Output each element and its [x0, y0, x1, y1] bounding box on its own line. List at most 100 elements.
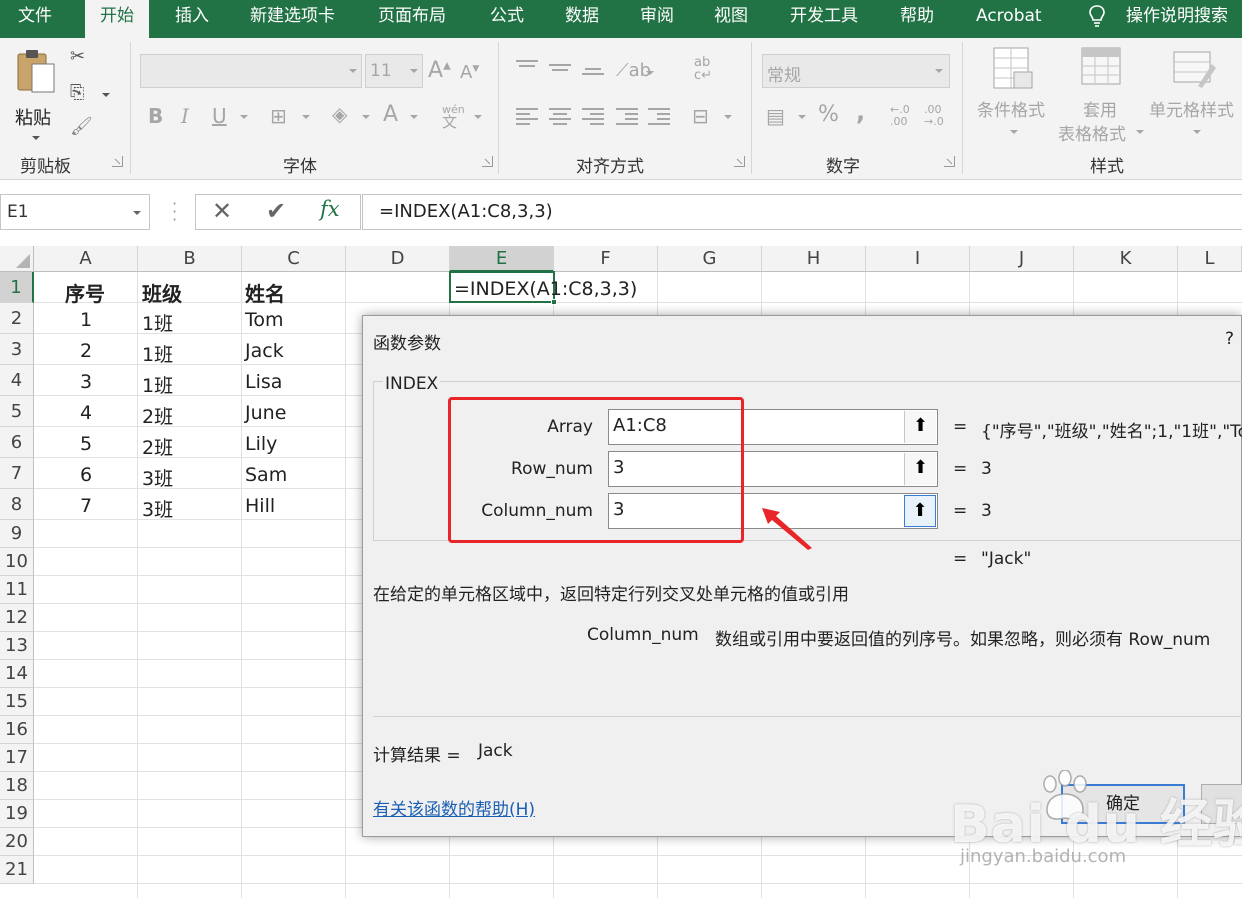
increase-indent-icon[interactable]: [648, 108, 670, 125]
format-as-table-button[interactable]: 套用 表格格式: [1058, 44, 1148, 145]
function-help-link[interactable]: 有关该函数的帮助(H): [373, 795, 535, 820]
row-header-15[interactable]: 15: [0, 688, 34, 716]
border-icon[interactable]: ⊞: [270, 104, 287, 128]
column-header-k[interactable]: K: [1074, 246, 1178, 272]
select-all-corner[interactable]: [0, 246, 34, 272]
cell-a7[interactable]: 6: [80, 464, 92, 486]
cell-b5[interactable]: 2班: [142, 402, 173, 429]
row-header-21[interactable]: 21: [0, 856, 34, 884]
tab-review[interactable]: 审阅: [640, 0, 674, 38]
row-header-10[interactable]: 10: [0, 548, 34, 576]
paste-button[interactable]: 粘贴: [12, 46, 60, 146]
collapse-dialog-icon[interactable]: ⬆: [904, 453, 936, 485]
row-header-7[interactable]: 7: [0, 458, 34, 489]
cell-a6[interactable]: 5: [80, 433, 92, 455]
merge-dropdown-icon[interactable]: [724, 115, 732, 119]
cell-c4[interactable]: Lisa: [245, 371, 282, 393]
row-header-17[interactable]: 17: [0, 744, 34, 772]
collapse-dialog-icon[interactable]: ⬆: [904, 495, 936, 527]
percent-button[interactable]: %: [818, 102, 839, 127]
paste-dropdown-icon[interactable]: [32, 136, 40, 140]
cancel-icon[interactable]: ✕: [212, 197, 232, 225]
font-color-dropdown-icon[interactable]: [410, 115, 418, 119]
column-header-l[interactable]: L: [1178, 246, 1242, 272]
cell-c2[interactable]: Tom: [245, 309, 284, 331]
cell-a5[interactable]: 4: [80, 402, 92, 424]
merge-center-icon[interactable]: ⊟: [692, 104, 709, 128]
column-header-e[interactable]: E: [450, 246, 554, 272]
column-header-a[interactable]: A: [34, 246, 138, 272]
column-header-b[interactable]: B: [138, 246, 242, 272]
scissors-icon[interactable]: ✂: [70, 46, 85, 67]
phonetic-icon[interactable]: wén 文: [442, 104, 465, 130]
alignment-launcher-icon[interactable]: [734, 156, 745, 167]
row-header-14[interactable]: 14: [0, 660, 34, 688]
bold-button[interactable]: B: [148, 104, 163, 128]
copy-icon[interactable]: ⎘: [70, 82, 84, 103]
align-top-icon[interactable]: [516, 60, 538, 76]
collapse-dialog-icon[interactable]: ⬆: [904, 411, 936, 443]
insert-function-icon[interactable]: fx: [320, 197, 340, 221]
row-header-18[interactable]: 18: [0, 772, 34, 800]
italic-button[interactable]: I: [181, 104, 189, 128]
column-header-c[interactable]: C: [242, 246, 346, 272]
conditional-formatting-button[interactable]: 条件格式: [975, 44, 1055, 144]
name-box[interactable]: E1: [0, 194, 150, 230]
cell-b1[interactable]: 班级: [142, 278, 182, 307]
cell-a2[interactable]: 1: [80, 309, 92, 331]
cell-styles-button[interactable]: 单元格样式: [1148, 44, 1242, 144]
fill-color-icon[interactable]: ◈: [332, 102, 347, 126]
enter-icon[interactable]: ✔: [266, 197, 286, 225]
column-header-i[interactable]: I: [866, 246, 970, 272]
row-header-13[interactable]: 13: [0, 632, 34, 660]
number-launcher-icon[interactable]: [944, 156, 955, 167]
fill-color-dropdown-icon[interactable]: [362, 115, 370, 119]
currency-dropdown-icon[interactable]: [798, 115, 806, 119]
cell-b3[interactable]: 1班: [142, 340, 173, 367]
comma-button[interactable]: ,: [856, 98, 865, 126]
tab-developer[interactable]: 开发工具: [790, 0, 858, 38]
cell-c3[interactable]: Jack: [245, 340, 284, 362]
column-header-d[interactable]: D: [346, 246, 450, 272]
orientation-dropdown-icon[interactable]: [646, 71, 654, 75]
cell-c6[interactable]: Lily: [245, 433, 277, 455]
column-header-g[interactable]: G: [658, 246, 762, 272]
increase-decimal-icon[interactable]: ←.0.00: [890, 104, 910, 128]
font-size-combo[interactable]: 11: [365, 54, 423, 88]
font-launcher-icon[interactable]: [482, 156, 493, 167]
cell-a4[interactable]: 3: [80, 371, 92, 393]
dialog-help-button[interactable]: ?: [1225, 329, 1234, 349]
row-header-6[interactable]: 6: [0, 427, 34, 458]
cell-c5[interactable]: June: [245, 402, 286, 424]
tab-view[interactable]: 视图: [714, 0, 748, 38]
underline-dropdown-icon[interactable]: [240, 115, 248, 119]
tab-data[interactable]: 数据: [565, 0, 599, 38]
name-box-dropdown-icon[interactable]: [133, 211, 141, 215]
format-painter-icon[interactable]: 🖌: [70, 116, 93, 137]
number-format-combo[interactable]: 常规: [762, 54, 950, 88]
decrease-indent-icon[interactable]: [616, 108, 638, 125]
align-left-icon[interactable]: [516, 108, 538, 125]
row-header-8[interactable]: 8: [0, 489, 34, 520]
cell-b8[interactable]: 3班: [142, 495, 173, 522]
tab-acrobat[interactable]: Acrobat: [976, 0, 1042, 38]
row-header-16[interactable]: 16: [0, 716, 34, 744]
cell-b4[interactable]: 1班: [142, 371, 173, 398]
row-header-3[interactable]: 3: [0, 334, 34, 365]
row-header-12[interactable]: 12: [0, 604, 34, 632]
cell-b6[interactable]: 2班: [142, 433, 173, 460]
tab-insert[interactable]: 插入: [175, 0, 209, 38]
align-center-icon[interactable]: [549, 108, 571, 125]
tab-formulas[interactable]: 公式: [490, 0, 524, 38]
cell-c8[interactable]: Hill: [245, 495, 275, 517]
cell-a8[interactable]: 7: [80, 495, 92, 517]
tab-file[interactable]: 文件: [18, 0, 52, 38]
formula-input[interactable]: =INDEX(A1:C8,3,3): [362, 194, 1242, 230]
row-header-19[interactable]: 19: [0, 800, 34, 828]
font-color-icon[interactable]: A: [383, 102, 398, 127]
cell-b7[interactable]: 3班: [142, 464, 173, 491]
row-header-1[interactable]: 1: [0, 272, 34, 303]
tab-home[interactable]: 开始: [85, 0, 149, 38]
column-header-j[interactable]: J: [970, 246, 1074, 272]
border-dropdown-icon[interactable]: [302, 115, 310, 119]
